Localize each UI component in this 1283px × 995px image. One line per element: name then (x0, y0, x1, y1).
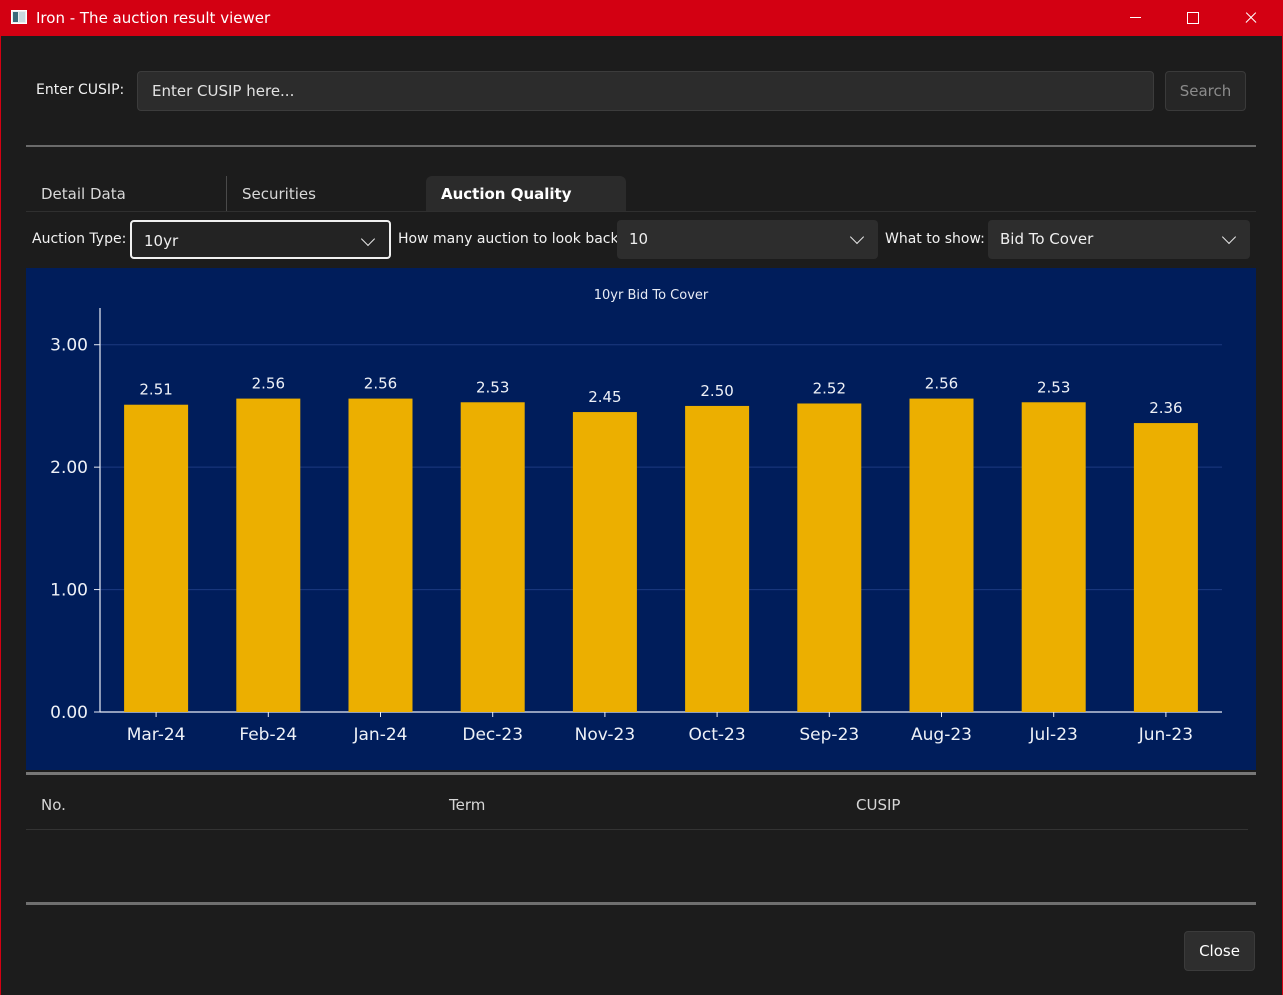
data-label: 2.53 (476, 378, 509, 396)
what-to-show-value: Bid To Cover (1000, 230, 1094, 248)
column-header-term[interactable]: Term (449, 796, 485, 814)
x-tick-label: Mar-24 (127, 725, 186, 745)
chart-table-separator (26, 772, 1256, 775)
bottom-separator (26, 902, 1256, 905)
bar (685, 405, 750, 712)
window-border-left (0, 36, 1, 995)
title-bar: Iron - The auction result viewer (0, 0, 1283, 36)
x-tick-label: Aug-23 (911, 725, 972, 745)
y-tick-label: 1.00 (50, 581, 88, 601)
table-header-divider (26, 829, 1248, 830)
x-tick-label: Dec-23 (462, 725, 523, 745)
chevron-down-icon (360, 231, 376, 247)
data-label: 2.36 (1149, 399, 1182, 417)
data-label: 2.50 (700, 382, 733, 400)
window-title: Iron - The auction result viewer (36, 9, 271, 27)
tab-securities[interactable]: Securities (226, 176, 426, 212)
chevron-down-icon (849, 229, 865, 245)
bar (124, 404, 189, 712)
bar (572, 412, 637, 712)
column-header-cusip[interactable]: CUSIP (856, 796, 900, 814)
what-to-show-select[interactable]: Bid To Cover (988, 220, 1250, 259)
data-label: 2.56 (252, 375, 285, 393)
tab-bar-underline (26, 211, 1256, 212)
data-label: 2.52 (813, 379, 846, 397)
data-label: 2.56 (364, 375, 397, 393)
x-tick-label: Oct-23 (689, 725, 746, 745)
column-header-no[interactable]: No. (41, 796, 66, 814)
data-label: 2.53 (1037, 378, 1070, 396)
bar (1133, 423, 1198, 712)
x-tick-label: Nov-23 (575, 725, 636, 745)
data-label: 2.51 (139, 381, 172, 399)
cusip-input[interactable] (137, 71, 1154, 111)
y-tick-label: 2.00 (50, 458, 88, 478)
auction-type-select[interactable]: 10yr (130, 220, 391, 259)
chart-title: 10yr Bid To Cover (594, 288, 709, 303)
x-tick-label: Feb-24 (239, 725, 297, 745)
minimize-icon[interactable] (1106, 0, 1164, 36)
bar (236, 398, 301, 712)
lookback-value: 10 (629, 230, 649, 248)
what-to-show-label: What to show: (885, 231, 985, 247)
chart-svg: 10yr Bid To Cover 0.00 1.00 2.00 3.00 2.51 Mar… (50, 288, 1222, 745)
y-tick-label: 0.00 (50, 703, 88, 723)
x-tick-label: Sep-23 (799, 725, 859, 745)
tab-auction-quality[interactable]: Auction Quality (426, 176, 626, 212)
auction-type-value: 10yr (144, 232, 179, 250)
top-separator (26, 145, 1256, 147)
maximize-icon[interactable] (1163, 0, 1221, 36)
x-tick-label: Jun-23 (1138, 725, 1193, 745)
close-window-icon[interactable] (1222, 0, 1280, 36)
chevron-down-icon (1221, 229, 1237, 245)
app-icon (11, 10, 27, 24)
y-tick-label: 3.00 (50, 336, 88, 356)
data-label: 2.45 (588, 388, 621, 406)
auction-type-label: Auction Type: (32, 231, 127, 247)
bar (797, 403, 862, 712)
cusip-label: Enter CUSIP: (36, 82, 125, 98)
x-tick-label: Jul-23 (1029, 725, 1078, 745)
data-label: 2.56 (925, 375, 958, 393)
lookback-label: How many auction to look back: (398, 231, 624, 247)
close-button[interactable]: Close (1184, 931, 1255, 971)
lookback-select[interactable]: 10 (617, 220, 878, 259)
tab-detail-data[interactable]: Detail Data (26, 176, 226, 212)
search-button[interactable]: Search (1165, 71, 1246, 111)
bar (1021, 402, 1086, 712)
bar (348, 398, 413, 712)
x-tick-label: Jan-24 (353, 725, 408, 745)
bid-to-cover-chart: 10yr Bid To Cover 0.00 1.00 2.00 3.00 2.51 Mar… (26, 268, 1256, 770)
bar (460, 402, 525, 712)
bar (909, 398, 974, 712)
